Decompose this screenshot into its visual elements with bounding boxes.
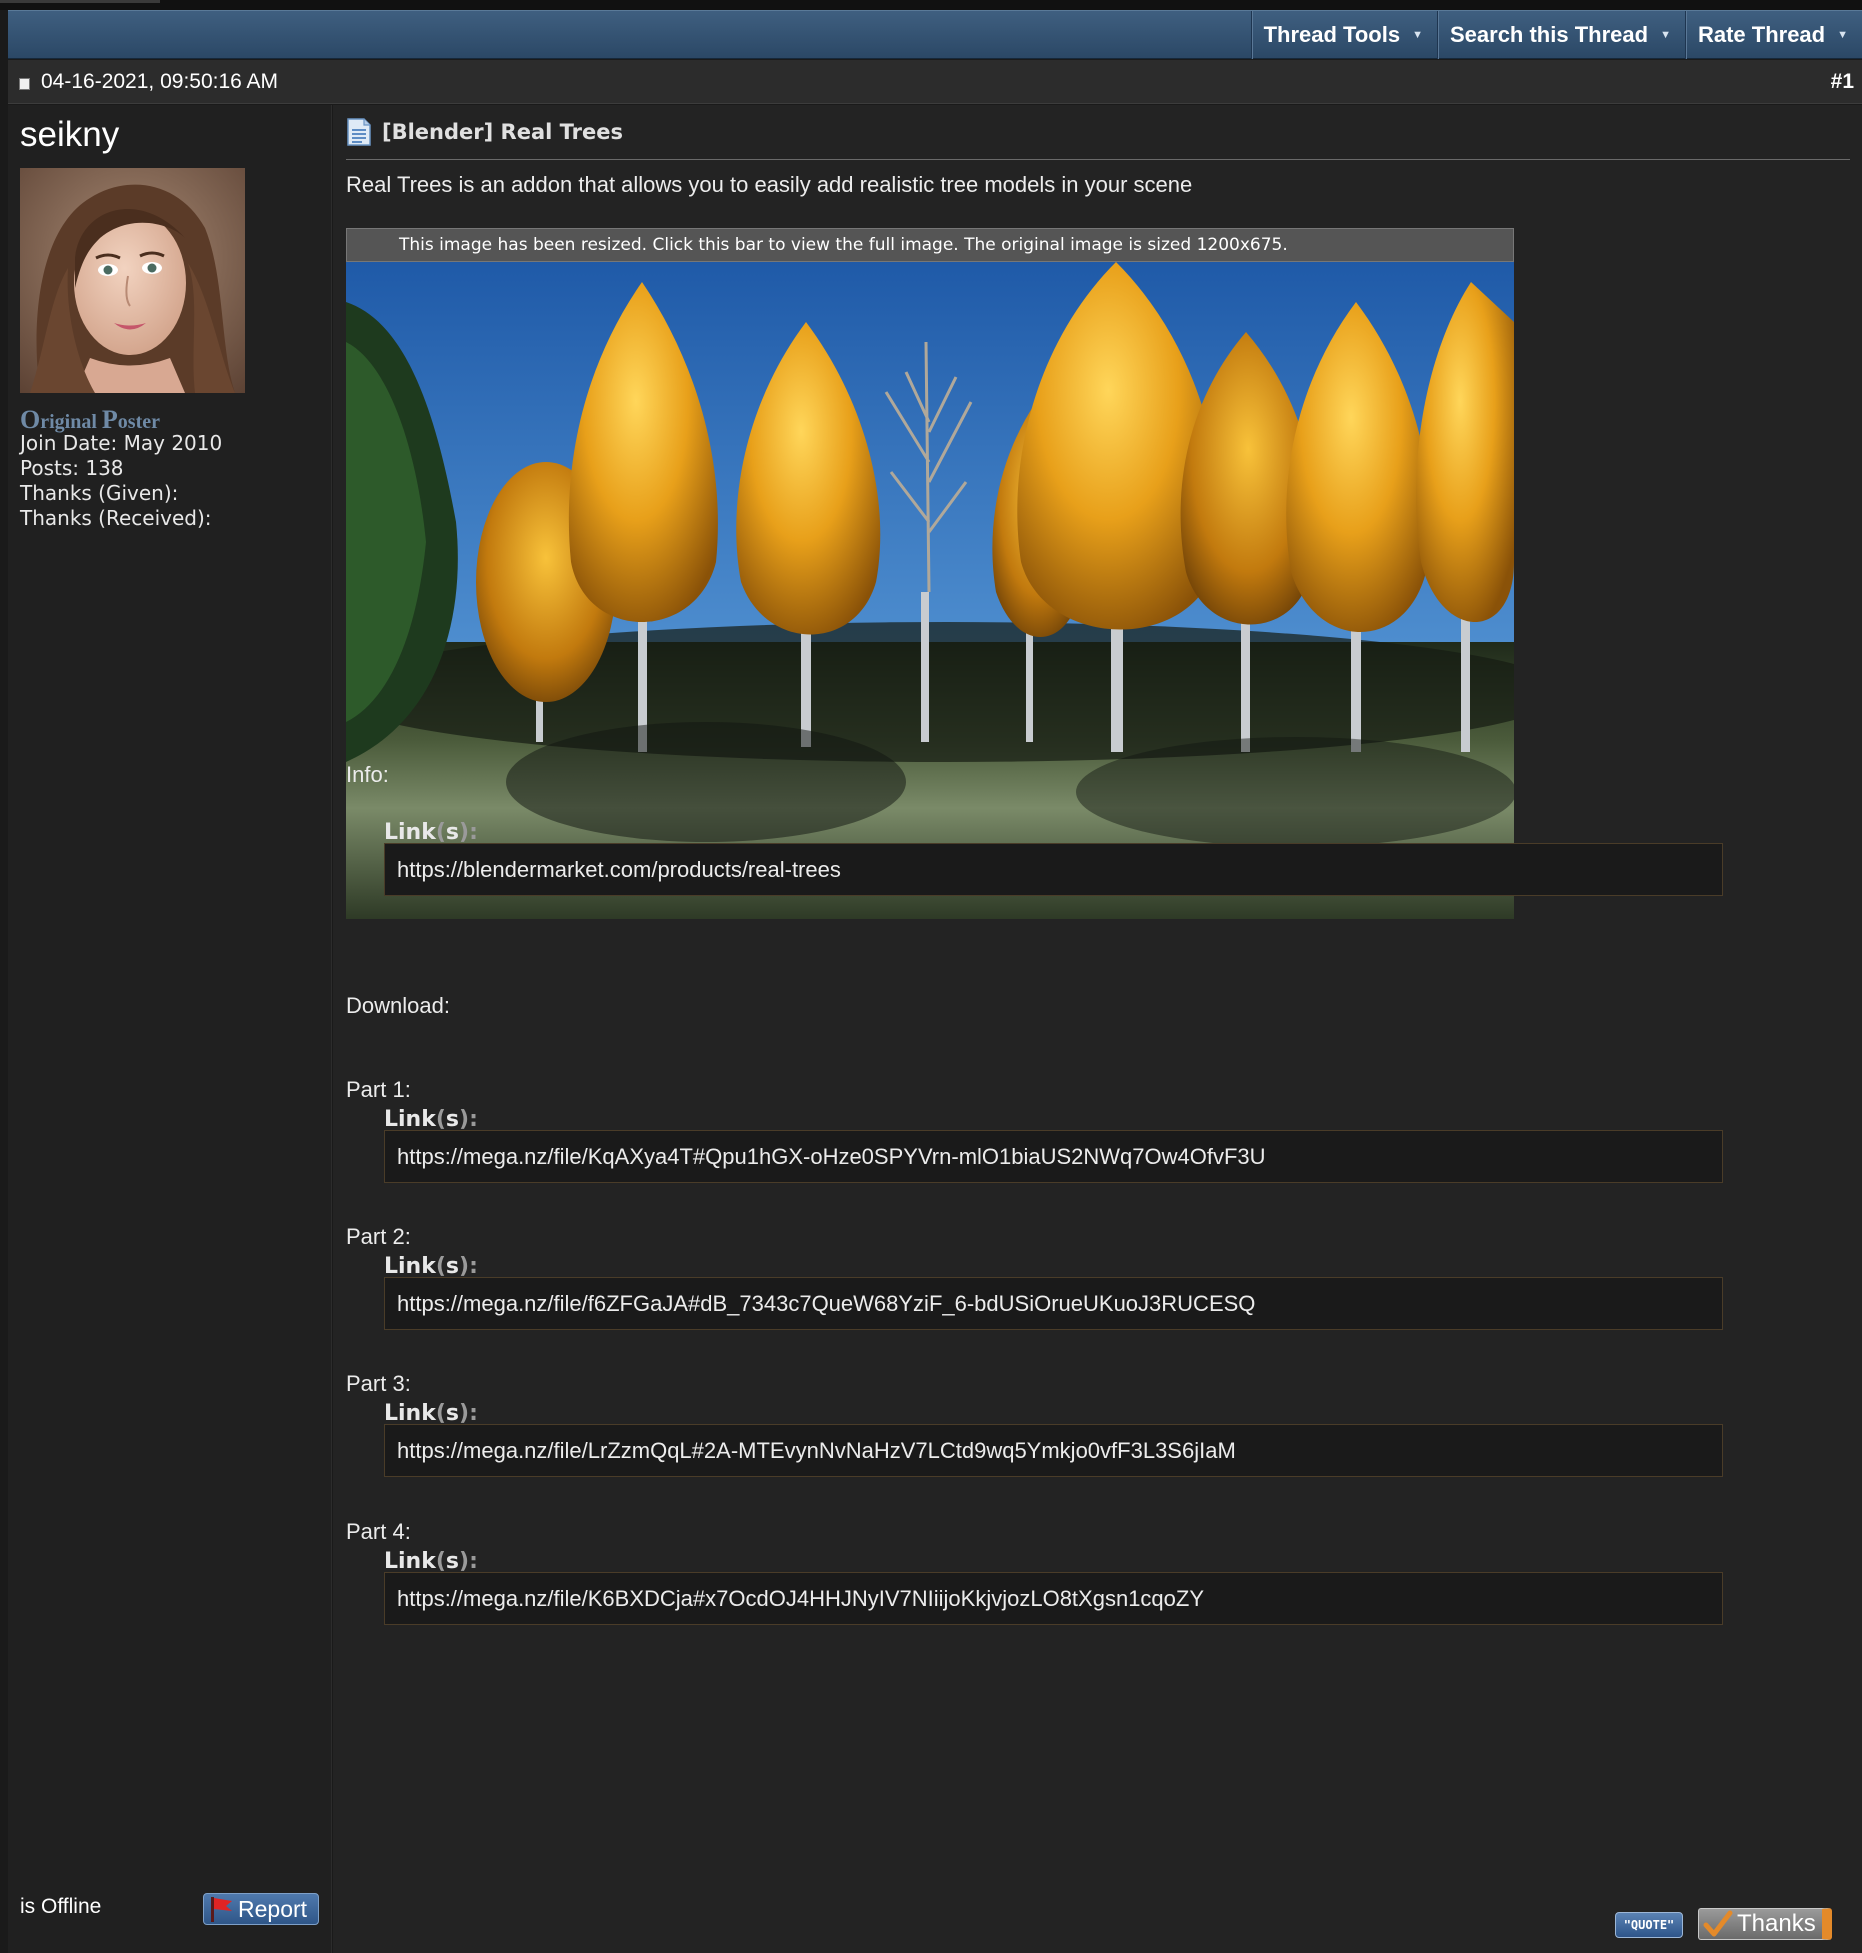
rank-text: riginal xyxy=(40,411,102,433)
rank-text: oster xyxy=(117,411,160,433)
document-icon xyxy=(347,118,371,146)
link-word: Link xyxy=(384,1549,436,1574)
part-1-label: Part 1: xyxy=(346,1077,411,1102)
post-intro: Real Trees is an addon that allows you t… xyxy=(346,172,1193,197)
post-date: 04-16-2021, 09:50:16 AM xyxy=(41,70,279,93)
link-s: s xyxy=(445,1401,460,1426)
post-content: [Blender] Real Trees Real Trees is an ad… xyxy=(333,105,1862,1953)
report-button[interactable]: Report xyxy=(203,1893,319,1925)
post-header: 04-16-2021, 09:50:16 AM #1 xyxy=(8,60,1862,104)
chevron-down-icon: ▼ xyxy=(1660,29,1671,41)
rank-letter: P xyxy=(101,405,118,434)
part-4-label: Part 4: xyxy=(346,1519,411,1544)
flag-icon xyxy=(211,1897,232,1922)
link-paren: ( xyxy=(435,820,446,845)
chevron-down-icon: ▼ xyxy=(1412,29,1423,41)
link-word: Link xyxy=(384,1401,436,1426)
thread-tools-group: Thread Tools ▼ Search this Thread ▼ Rate… xyxy=(1250,11,1862,59)
avatar[interactable] xyxy=(20,168,245,393)
post-number-link[interactable]: #1 xyxy=(1831,70,1854,94)
top-strip-tab xyxy=(0,0,160,3)
thanks-label: Thanks xyxy=(1737,1910,1816,1937)
thanks-received: Thanks (Received): xyxy=(20,506,212,530)
part-4-link-box[interactable]: https://mega.nz/file/K6BXDCja#x7OcdOJ4HH… xyxy=(384,1572,1723,1625)
part-1-link-box[interactable]: https://mega.nz/file/KqAXya4T#Qpu1hGX-oH… xyxy=(384,1130,1723,1183)
link-label: Link(s): xyxy=(384,820,478,845)
post-image[interactable] xyxy=(346,262,1514,919)
link-paren: ( xyxy=(435,1549,446,1574)
link-s: s xyxy=(445,1107,460,1132)
post-status-icon xyxy=(19,78,30,90)
download-label: Download: xyxy=(346,993,450,1018)
search-thread-menu[interactable]: Search this Thread ▼ xyxy=(1436,11,1685,59)
thanks-given: Thanks (Given): xyxy=(20,481,179,505)
report-label: Report xyxy=(238,1895,308,1922)
link-s: s xyxy=(445,1549,460,1574)
link-word: Link xyxy=(384,820,436,845)
search-thread-label: Search this Thread xyxy=(1449,22,1649,47)
title-divider xyxy=(346,159,1850,160)
checkmark-icon xyxy=(1703,1910,1733,1937)
part-2-link-box[interactable]: https://mega.nz/file/f6ZFGaJA#dB_7343c7Q… xyxy=(384,1277,1723,1330)
link-paren: ): xyxy=(459,1401,478,1426)
link-s: s xyxy=(445,820,460,845)
link-label: Link(s): xyxy=(384,1401,478,1426)
link-word: Link xyxy=(384,1254,436,1279)
thread-tools-menu[interactable]: Thread Tools ▼ xyxy=(1250,11,1437,59)
top-strip xyxy=(0,0,1862,10)
link-paren: ( xyxy=(435,1107,446,1132)
join-date: Join Date: May 2010 xyxy=(20,431,223,455)
link-paren: ): xyxy=(459,1254,478,1279)
post-title-row: [Blender] Real Trees xyxy=(346,117,623,147)
info-label: Info: xyxy=(346,762,389,787)
username-link[interactable]: seikny xyxy=(20,115,119,155)
link-word: Link xyxy=(384,1107,436,1132)
thread-tools-label: Thread Tools xyxy=(1263,22,1401,47)
avatar-image xyxy=(20,168,245,393)
quote-button[interactable]: "QUOTE" xyxy=(1615,1912,1683,1938)
info-link-box[interactable]: https://blendermarket.com/products/real-… xyxy=(384,843,1723,896)
thread-toolbar: Thread Tools ▼ Search this Thread ▼ Rate… xyxy=(8,10,1862,59)
link-paren: ( xyxy=(435,1254,446,1279)
link-label: Link(s): xyxy=(384,1107,478,1132)
link-s: s xyxy=(445,1254,460,1279)
chevron-down-icon: ▼ xyxy=(1837,29,1848,41)
link-label: Link(s): xyxy=(384,1254,478,1279)
image-resize-bar[interactable]: This image has been resized. Click this … xyxy=(346,228,1514,262)
thanks-button[interactable]: Thanks xyxy=(1698,1908,1832,1940)
post-count: Posts: 138 xyxy=(20,456,124,480)
link-label: Link(s): xyxy=(384,1549,478,1574)
part-3-label: Part 3: xyxy=(346,1371,411,1396)
online-status: is Offline xyxy=(20,1895,102,1918)
rank-letter: O xyxy=(20,405,41,434)
user-panel: seikny Original Poster Join Date: May 20… xyxy=(8,105,332,1953)
rate-thread-label: Rate Thread xyxy=(1697,22,1826,47)
link-paren: ( xyxy=(435,1401,446,1426)
link-paren: ): xyxy=(459,1549,478,1574)
rate-thread-menu[interactable]: Rate Thread ▼ xyxy=(1684,11,1862,59)
link-paren: ): xyxy=(459,820,478,845)
post-title: [Blender] Real Trees xyxy=(382,120,623,144)
link-paren: ): xyxy=(459,1107,478,1132)
part-3-link-box[interactable]: https://mega.nz/file/LrZzmQqL#2A-MTEvynN… xyxy=(384,1424,1723,1477)
part-2-label: Part 2: xyxy=(346,1224,411,1249)
